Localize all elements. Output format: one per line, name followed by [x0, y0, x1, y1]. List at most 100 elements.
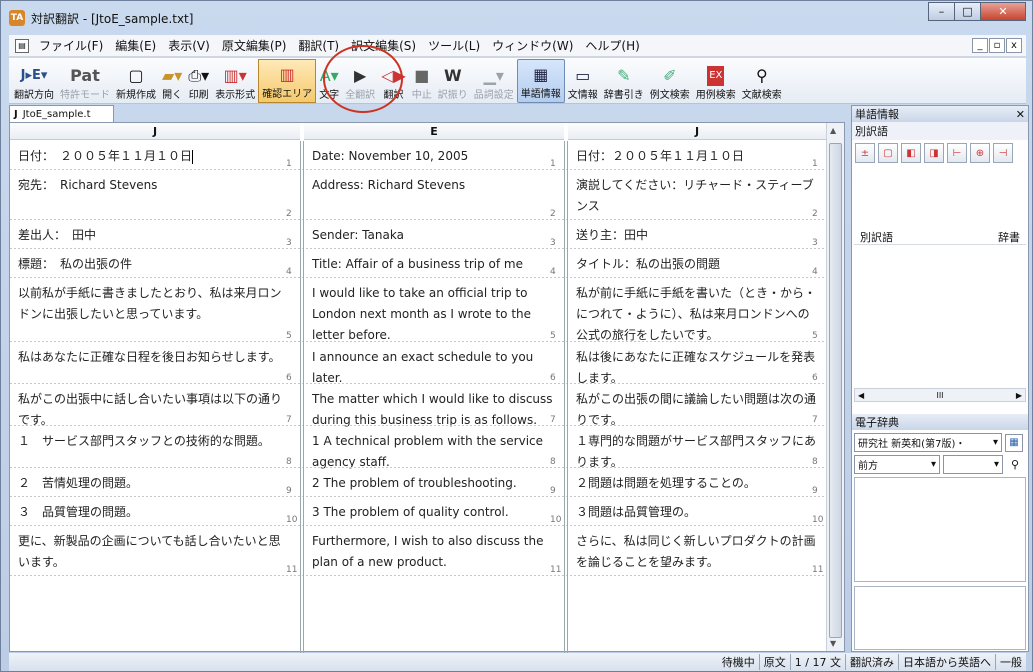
title-bar[interactable]: TA 対訳翻訳 - [JtoE_sample.txt] – □ ✕	[1, 1, 1032, 35]
table-row[interactable]: 以前私が手紙に書きましたとおり、私は来月ロンドンに出張したいと思っています。 5 I…	[10, 278, 826, 342]
translation-cell[interactable]: I would like to take an official trip to…	[304, 278, 564, 342]
dictionary-lookup-button[interactable]: ✎ 辞書引き	[601, 59, 647, 103]
horizontal-scrollbar[interactable]: ◀ III ▶	[854, 388, 1026, 402]
source-cell[interactable]: 私がこの出張中に話し合いたい事項は以下の通りです。	[10, 384, 300, 427]
document-tab[interactable]: J JtoE_sample.t	[9, 105, 114, 123]
source-cell[interactable]: １ サービス部門スタッフとの技術的な問題。	[10, 426, 300, 468]
binoculars-icon[interactable]: ⚲	[1006, 456, 1024, 474]
back-translation-cell[interactable]: タイトル：私の出張の問題	[568, 249, 826, 278]
translation-cell[interactable]: 2 The problem of troubleshooting.	[304, 468, 564, 497]
patent-mode-button[interactable]: Pat 特許モード	[57, 59, 113, 103]
register-icon[interactable]: ◧	[901, 143, 921, 163]
literature-search-button[interactable]: ⚲ 文献検索	[739, 59, 785, 103]
menu-view[interactable]: 表示(V)	[162, 37, 216, 54]
dictionary-result-lower[interactable]	[854, 586, 1026, 650]
menu-file[interactable]: ファイル(F)	[33, 37, 109, 54]
source-cell[interactable]: 差出人： 田中	[10, 220, 300, 249]
alt-word-column[interactable]: 別訳語	[860, 229, 893, 244]
source-cell[interactable]: 宛先： Richard Stevens	[10, 170, 300, 220]
dictionary-column[interactable]: 辞書	[998, 229, 1020, 244]
open-button[interactable]: ▰▾ 開く	[159, 59, 185, 103]
back-translation-cell[interactable]: 私が前に手紙に手紙を書いた（とき・から・につれて・ように）、私は来月ロンドンへの…	[568, 278, 826, 342]
print-button[interactable]: ⎙▾ 印刷	[185, 59, 212, 103]
back-translation-cell[interactable]: ３問題は品質管理の。	[568, 497, 826, 526]
ruby-button[interactable]: W 訳振り	[435, 59, 471, 103]
document-menu-icon[interactable]: ▤	[15, 38, 29, 53]
minimize-button[interactable]: –	[928, 2, 955, 21]
scroll-down-icon[interactable]: ▼	[830, 639, 836, 648]
translation-cell[interactable]: I announce an exact schedule to you late…	[304, 342, 564, 385]
mdi-minimize-button[interactable]: _	[972, 38, 988, 53]
source-cell[interactable]: 日付： ２００５年１１月１０日	[10, 141, 300, 170]
back-translation-cell[interactable]: さらに、私は同じく新しいプロダクトの計画を論じることを望みます。	[568, 526, 826, 576]
source-cell[interactable]: ３ 品質管理の問題。	[10, 497, 300, 526]
back-translation-cell[interactable]: 私がこの出張の間に議論したい問題は次の通りです。	[568, 384, 826, 427]
check-area-button[interactable]: ▥ 確認エリア	[258, 59, 317, 103]
source-cell[interactable]: 更に、新製品の企画についても話し合いたいと思います。	[10, 526, 300, 576]
mdi-close-button[interactable]: x	[1006, 38, 1022, 53]
table-row[interactable]: 私はあなたに正確な日程を後日お知らせします。 6 I announce an exa…	[10, 342, 826, 385]
mdi-restore-button[interactable]: ▫	[989, 38, 1005, 53]
menu-window[interactable]: ウィンドウ(W)	[486, 37, 579, 54]
font-button[interactable]: A▾ 文字	[316, 59, 342, 103]
table-row[interactable]: ３ 品質管理の問題。 10 3 The problem of quality con…	[10, 497, 826, 526]
pos-setting-button[interactable]: ▁▾ 品詞設定	[471, 59, 517, 103]
table-row[interactable]: 私がこの出張中に話し合いたい事項は以下の通りです。 7 The matter whi…	[10, 384, 826, 427]
back-translation-cell[interactable]: 私は後にあなたに正確なスケジュールを発表します。	[568, 342, 826, 385]
scroll-thumb[interactable]	[829, 143, 842, 638]
link-middle-icon[interactable]: ⊕	[970, 143, 990, 163]
scroll-grip[interactable]: III	[936, 391, 943, 400]
dictionary-select[interactable]: 研究社 新英和(第7版)・ ▾	[854, 433, 1002, 452]
table-row[interactable]: 差出人： 田中 3 Sender: Tanaka 3 送り主：田中 3	[10, 220, 826, 249]
direction-button[interactable]: J▸E▾ 翻訳方向	[11, 59, 57, 103]
maximize-button[interactable]: □	[954, 2, 981, 21]
translation-cell[interactable]: Furthermore, I wish to also discuss the …	[304, 526, 564, 576]
translate-button[interactable]: ◁▶ 翻訳	[378, 59, 409, 103]
back-translation-cell[interactable]: 送り主：田中	[568, 220, 826, 249]
link-right-icon[interactable]: ⊣	[993, 143, 1013, 163]
new-button[interactable]: ▢ 新規作成	[113, 59, 159, 103]
table-row[interactable]: 宛先： Richard Stevens 2 Address: Richard Ste…	[10, 170, 826, 220]
example-search-button[interactable]: ✐ 例文検索	[647, 59, 693, 103]
vertical-scrollbar[interactable]: ▲ ▼	[826, 123, 844, 651]
back-translation-cell[interactable]: １専門的な問題がサービス部門スタッフにあります。	[568, 426, 826, 469]
sentence-info-button[interactable]: ▭ 文情報	[565, 59, 601, 103]
translation-cell[interactable]: 1 A technical problem with the service a…	[304, 426, 564, 469]
table-row[interactable]: 標題： 私の出張の件 4 Title: Affair of a business t…	[10, 249, 826, 278]
translation-cell[interactable]: Address: Richard Stevens	[304, 170, 564, 220]
source-cell[interactable]: 以前私が手紙に書きましたとおり、私は来月ロンドンに出張したいと思っています。	[10, 278, 300, 342]
translation-cell[interactable]: Sender: Tanaka	[304, 220, 564, 249]
scroll-right-icon[interactable]: ▶	[1016, 391, 1022, 400]
menu-tools[interactable]: ツール(L)	[422, 37, 486, 54]
table-row[interactable]: １ サービス部門スタッフとの技術的な問題。 8 1 A technical prob…	[10, 426, 826, 469]
stop-button[interactable]: ■ 中止	[409, 59, 435, 103]
search-input[interactable]: ▾	[943, 455, 1003, 474]
menu-translate[interactable]: 翻訳(T)	[292, 37, 345, 54]
word-info-button[interactable]: ▦ 単語情報	[516, 59, 565, 103]
scroll-up-icon[interactable]: ▲	[830, 126, 836, 135]
translation-cell[interactable]: The matter which I would like to discuss…	[304, 384, 564, 427]
translate-all-button[interactable]: ▶ 全翻訳	[342, 59, 378, 103]
document-content[interactable]: 日付： ２００５年１１月１０日 1 Date: November 10, 2005 1…	[10, 141, 826, 653]
dictionary-result-upper[interactable]	[854, 477, 1026, 582]
link-left-icon[interactable]: ⊢	[947, 143, 967, 163]
table-row[interactable]: 更に、新製品の企画についても話し合いたいと思います。 11 Furthermore,…	[10, 526, 826, 576]
search-mode-select[interactable]: 前方 ▾	[854, 455, 940, 474]
source-cell[interactable]: 標題： 私の出張の件	[10, 249, 300, 278]
translation-cell[interactable]: Date: November 10, 2005	[304, 141, 564, 170]
back-translation-cell[interactable]: 日付：２００５年１１月１０日	[568, 141, 826, 170]
back-translation-cell[interactable]: ２問題は問題を処理することの。	[568, 468, 826, 497]
table-row[interactable]: ２ 苦情処理の問題。 9 2 The problem of troubleshoot…	[10, 468, 826, 497]
translation-cell[interactable]: 3 The problem of quality control.	[304, 497, 564, 526]
word-icon[interactable]: ◨	[924, 143, 944, 163]
source-cell[interactable]: ２ 苦情処理の問題。	[10, 468, 300, 497]
menu-source-edit[interactable]: 原文編集(P)	[216, 37, 293, 54]
back-translation-cell[interactable]: 演説してください：リチャード・スティーブンス	[568, 170, 826, 220]
menu-edit[interactable]: 編集(E)	[109, 37, 162, 54]
menu-translation-edit[interactable]: 訳文編集(S)	[345, 37, 422, 54]
dictionary-book-icon[interactable]: ▦	[1005, 433, 1023, 452]
table-row[interactable]: 日付： ２００５年１１月１０日 1 Date: November 10, 2005 1…	[10, 141, 826, 170]
source-cell[interactable]: 私はあなたに正確な日程を後日お知らせします。	[10, 342, 300, 384]
move-up-icon[interactable]: ±	[855, 143, 875, 163]
scroll-left-icon[interactable]: ◀	[858, 391, 864, 400]
